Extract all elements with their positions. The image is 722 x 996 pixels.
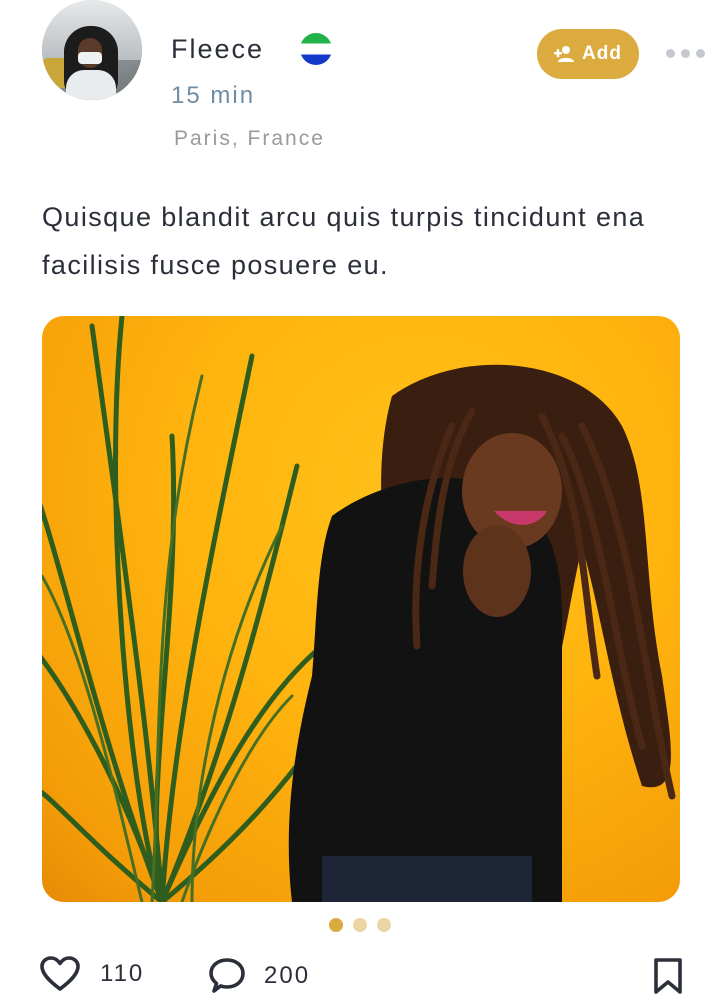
photo-illustration <box>42 316 676 902</box>
jeans <box>322 856 532 902</box>
post-photo[interactable] <box>42 316 680 902</box>
comment-icon <box>209 958 245 993</box>
post-location: Paris, France <box>174 127 325 150</box>
more-dot <box>681 48 690 58</box>
avatar[interactable] <box>42 0 142 100</box>
more-dot <box>666 48 675 58</box>
hand <box>463 525 531 617</box>
like-button[interactable]: 110 <box>40 956 144 992</box>
add-friend-label: Add <box>582 43 622 64</box>
avatar-coat <box>66 70 116 100</box>
author-name[interactable]: Fleece <box>171 34 264 65</box>
carousel-dot[interactable] <box>353 918 367 932</box>
avatar-mask <box>78 52 102 64</box>
post-time: 15 min <box>171 82 256 109</box>
add-user-icon <box>554 46 575 62</box>
bookmark-button[interactable] <box>652 957 684 995</box>
post-caption: Quisque blandit arcu quis turpis tincidu… <box>42 202 646 280</box>
bookmark-icon <box>654 958 682 994</box>
heart-icon <box>40 956 80 991</box>
country-flag-icon <box>300 33 332 65</box>
carousel-dot[interactable] <box>377 918 391 932</box>
add-friend-button[interactable]: Add <box>537 29 639 79</box>
more-dot <box>696 48 705 58</box>
more-dots-icon[interactable] <box>666 46 710 60</box>
plant <box>42 316 325 902</box>
carousel-indicator <box>329 918 391 932</box>
comment-count: 200 <box>264 962 311 989</box>
like-count: 110 <box>100 960 145 987</box>
comment-button[interactable]: 200 <box>208 957 310 995</box>
carousel-dot[interactable] <box>329 918 343 932</box>
post-card: Fleece 15 min Paris, France Add Quisque … <box>0 0 722 996</box>
